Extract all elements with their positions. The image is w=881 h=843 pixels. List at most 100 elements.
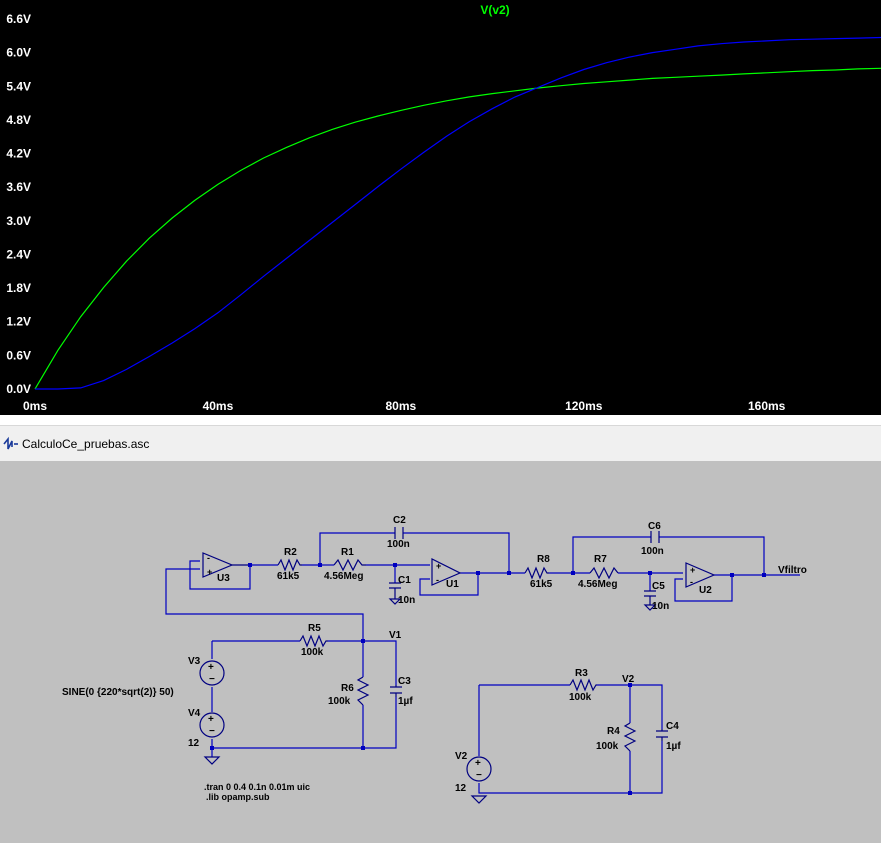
spice-directive-tran[interactable]: .tran 0 0.4 0.1n 0.01m uic [204,782,310,792]
r5-label: R5 [308,623,321,634]
opamp-u2[interactable]: + - U2 [685,562,716,596]
r8-label: R8 [537,554,550,565]
y-tick-label: 0.6V [6,348,31,362]
v3-value: SINE(0 {220*sqrt(2)} 50) [62,687,174,698]
c1-value: 10n [398,595,415,606]
c2-label: C2 [393,515,406,526]
y-tick-label: 1.8V [6,281,31,295]
y-tick-label: 1.2V [6,315,31,329]
r1-value: 4.56Meg [324,571,363,582]
svg-text:+: + [208,714,214,725]
c1-label: C1 [398,575,411,586]
net-label-vfiltro[interactable]: Vfiltro [778,565,807,576]
resistor-r2[interactable]: R2 61k5 [277,547,302,582]
trace-title[interactable]: V(v2) [480,3,509,17]
svg-text:-: - [436,575,439,585]
r6-value: 100k [328,696,351,707]
v4-value: 12 [188,738,200,749]
traces [34,36,881,390]
c6-label: C6 [648,521,661,532]
resistor-r5[interactable]: R5 100k [299,623,328,658]
capacitor-c4[interactable]: C4 1µf [656,721,681,752]
ground-symbol [203,756,221,765]
resistor-r3[interactable]: R3 100k [569,668,597,703]
svg-text:+: + [207,567,212,577]
tab-title: CalculoCe_pruebas.asc [22,437,150,451]
y-axis-ticks: 0.0V 0.6V 1.2V 1.8V 2.4V 3.0V 3.6V 4.2V 4.8V 5.4V… [6,12,31,396]
voltage-source-v3[interactable]: + − V3 SINE(0 {220*sqrt(2)} 50) [62,656,225,698]
x-tick-label: 80ms [385,399,416,413]
svg-text:+: + [690,565,695,575]
v2-label: V2 [455,751,468,762]
u1-label: U1 [446,579,459,590]
x-tick-label: 40ms [203,399,234,413]
resistor-r7[interactable]: R7 4.56Meg [578,554,619,590]
svg-text:+: + [208,662,214,673]
x-tick-label: 120ms [565,399,603,413]
voltage-source-v4[interactable]: + − V4 12 [188,708,225,749]
y-tick-label: 4.8V [6,113,31,127]
v2-value: 12 [455,783,467,794]
x-tick-label: 0ms [23,399,47,413]
r1-label: R1 [341,547,354,558]
c5-value: 10n [652,601,669,612]
u2-label: U2 [699,585,712,596]
waveform-icon [3,436,18,450]
y-tick-label: 5.4V [6,79,31,93]
c2-value: 100n [387,539,410,550]
svg-text:+: + [475,758,481,769]
y-tick-label: 4.2V [6,147,31,161]
ground-symbol [470,795,488,804]
voltage-source-v2[interactable]: + − V2 12 [455,751,492,794]
r7-label: R7 [594,554,607,565]
capacitor-c6[interactable]: C6 100n [641,521,664,557]
c4-label: C4 [666,721,679,732]
c6-value: 100n [641,546,664,557]
pane-separator[interactable] [0,415,881,425]
svg-text:−: − [476,770,482,781]
c3-label: C3 [398,676,411,687]
svg-text:−: − [209,674,215,685]
r4-value: 100k [596,741,619,752]
r4-label: R4 [607,726,620,737]
opamp-u1[interactable]: + - U1 [431,558,462,590]
wires-left [211,640,397,757]
y-tick-label: 0.0V [6,382,31,396]
y-tick-label: 6.0V [6,46,31,60]
v4-label: V4 [188,708,201,719]
u3-label: U3 [217,573,230,584]
resistor-r6[interactable]: R6 100k [328,676,370,707]
waveform-viewer[interactable]: V(v2) 0.0V 0.6V 1.2V 1.8V 2.4V 3.0V 3.6V 4.2V 4.… [0,0,881,415]
trace-line-2[interactable] [35,36,881,390]
capacitor-c3[interactable]: C3 1µf [390,676,413,707]
capacitor-c1[interactable]: C1 10n [388,575,415,606]
schematic-editor[interactable]: - + U3 R2 61k5 R1 4.56Meg C2 100n C1 10n [0,461,881,843]
r7-value: 4.56Meg [578,579,617,590]
svg-text:−: − [209,726,215,737]
svg-text:-: - [207,553,210,563]
r2-label: R2 [284,547,297,558]
capacitor-c5[interactable]: C5 10n [643,581,669,612]
opamp-u3[interactable]: - + U3 [202,552,250,584]
document-tab-bar: CalculoCe_pruebas.asc [0,425,881,462]
c4-value: 1µf [666,741,681,752]
waveform-plot[interactable]: V(v2) 0.0V 0.6V 1.2V 1.8V 2.4V 3.0V 3.6V 4.2V 4.… [0,0,881,415]
trace-line-1[interactable] [34,67,881,390]
y-tick-label: 6.6V [6,12,31,26]
tab-schematic[interactable]: CalculoCe_pruebas.asc [0,426,149,462]
r8-value: 61k5 [530,579,553,590]
v3-label: V3 [188,656,201,667]
r6-label: R6 [341,683,354,694]
y-tick-label: 2.4V [6,247,31,261]
spice-directive-lib[interactable]: .lib opamp.sub [206,792,270,802]
r3-value: 100k [569,692,592,703]
schematic-canvas[interactable]: - + U3 R2 61k5 R1 4.56Meg C2 100n C1 10n [0,461,881,843]
net-label-v1[interactable]: V1 [389,630,402,641]
svg-text:-: - [690,577,693,587]
y-tick-label: 3.6V [6,180,31,194]
resistor-r8[interactable]: R8 61k5 [524,554,553,590]
x-axis-ticks: 0ms 40ms 80ms 120ms 160ms [23,399,786,413]
resistor-r4[interactable]: R4 100k [596,722,637,752]
r3-label: R3 [575,668,588,679]
r2-value: 61k5 [277,571,300,582]
